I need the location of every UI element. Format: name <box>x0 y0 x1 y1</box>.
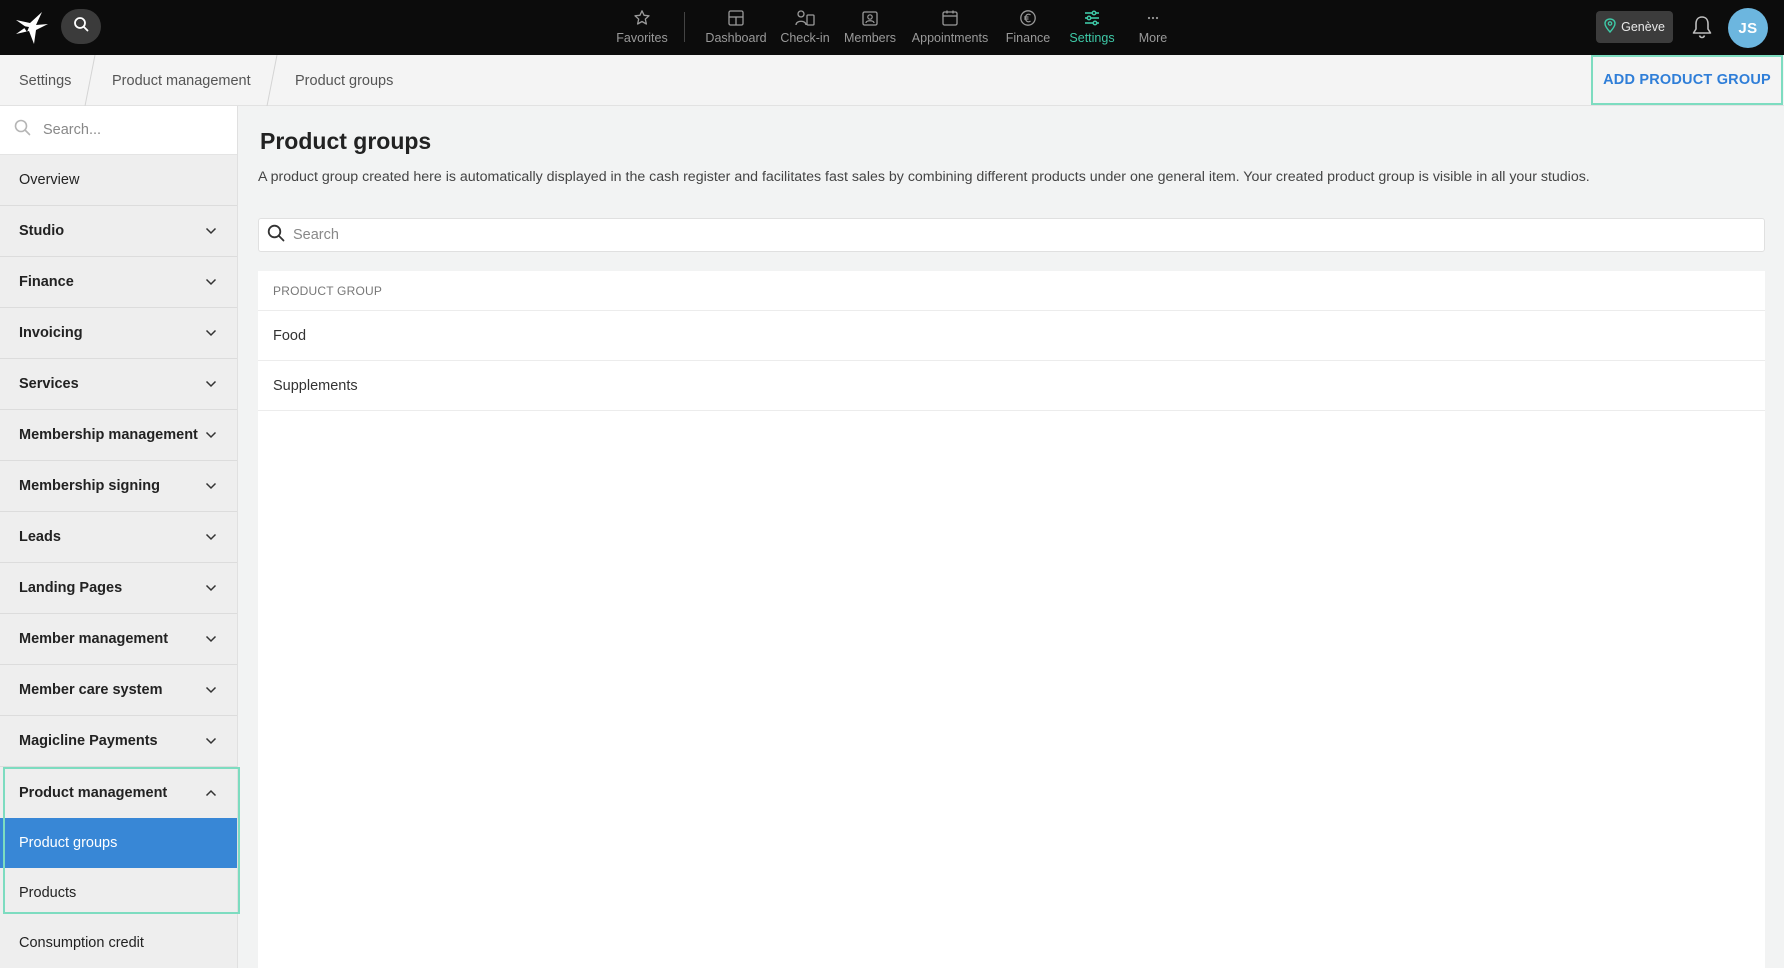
chevron-down-icon <box>205 686 217 694</box>
notifications-bell-icon[interactable] <box>1690 14 1714 40</box>
sidebar-item-member-care-system[interactable]: Member care system <box>0 665 237 716</box>
calendar-icon <box>939 8 961 28</box>
search-input[interactable]: Search <box>293 227 339 243</box>
sidebar-subitem-products[interactable]: Products <box>0 868 237 918</box>
sidebar-item-membership-management[interactable]: Membership management <box>0 410 237 461</box>
breadcrumb-separator <box>266 55 278 106</box>
settings-sidebar: Search... Overview Studio Finance Invoic… <box>0 106 238 968</box>
page-description: A product group created here is automati… <box>258 169 1590 185</box>
nav-finance[interactable]: Finance <box>1003 0 1053 55</box>
sidebar-item-membership-signing[interactable]: Membership signing <box>0 461 237 512</box>
sidebar-item-invoicing[interactable]: Invoicing <box>0 308 237 359</box>
sidebar-item-magicline-payments[interactable]: Magicline Payments <box>0 716 237 767</box>
search-icon <box>73 16 89 37</box>
chevron-down-icon <box>205 533 217 541</box>
add-product-group-button[interactable]: ADD PRODUCT GROUP <box>1591 55 1783 105</box>
table-cell: Supplements <box>273 377 358 394</box>
search-icon <box>14 119 31 141</box>
euro-icon <box>1017 8 1039 28</box>
sidebar-item-product-management[interactable]: Product management <box>0 767 237 818</box>
page-title: Product groups <box>260 128 432 154</box>
sidebar-subitem-product-groups[interactable]: Product groups <box>0 818 237 868</box>
sliders-icon <box>1081 8 1103 28</box>
sidebar-item-leads[interactable]: Leads <box>0 512 237 563</box>
table-row[interactable]: Supplements <box>258 361 1765 411</box>
breadcrumb-product-management[interactable]: Product management <box>112 55 251 106</box>
chevron-down-icon <box>205 584 217 592</box>
user-avatar[interactable]: JS <box>1728 8 1768 48</box>
nav-dashboard[interactable]: Dashboard <box>703 0 769 55</box>
sidebar-item-finance[interactable]: Finance <box>0 257 237 308</box>
chevron-up-icon <box>205 789 217 796</box>
nav-appointments[interactable]: Appointments <box>910 0 990 55</box>
chevron-down-icon <box>205 227 217 235</box>
search-icon <box>267 224 285 247</box>
chevron-down-icon <box>205 380 217 388</box>
location-selector[interactable]: Genève <box>1596 11 1673 43</box>
sidebar-item-overview[interactable]: Overview <box>0 155 237 206</box>
table-header-product-group: PRODUCT GROUP <box>258 271 1765 311</box>
nav-members[interactable]: Members <box>842 0 898 55</box>
nav-divider <box>684 12 685 42</box>
sidebar-item-member-management[interactable]: Member management <box>0 614 237 665</box>
sidebar-item-services[interactable]: Services <box>0 359 237 410</box>
check-in-icon <box>794 8 816 28</box>
breadcrumb: Settings Product management Product grou… <box>0 55 1784 106</box>
chevron-down-icon <box>205 737 217 745</box>
nav-favorites[interactable]: Favorites <box>613 0 671 55</box>
sidebar-item-studio[interactable]: Studio <box>0 206 237 257</box>
nav-more[interactable]: More <box>1133 0 1173 55</box>
top-navigation-bar: Favorites Dashboard Check-in Members App… <box>0 0 1784 55</box>
chevron-down-icon <box>205 329 217 337</box>
chevron-down-icon <box>205 278 217 286</box>
product-group-search[interactable]: Search <box>258 218 1765 252</box>
app-logo-icon[interactable] <box>14 10 50 46</box>
chevron-down-icon <box>205 635 217 643</box>
breadcrumb-separator <box>84 55 96 106</box>
star-icon <box>631 8 653 28</box>
nav-settings[interactable]: Settings <box>1066 0 1118 55</box>
global-search-button[interactable] <box>61 9 101 44</box>
more-icon <box>1142 8 1164 28</box>
sidebar-search-input[interactable]: Search... <box>43 122 101 138</box>
sidebar-item-consumption-credit[interactable]: Consumption credit <box>0 918 237 968</box>
breadcrumb-settings[interactable]: Settings <box>19 55 71 106</box>
location-label: Genève <box>1621 20 1665 34</box>
breadcrumb-product-groups: Product groups <box>295 72 394 89</box>
table-row[interactable]: Food <box>258 311 1765 361</box>
nav-check-in[interactable]: Check-in <box>778 0 832 55</box>
table-cell: Food <box>273 327 307 344</box>
sidebar-item-landing-pages[interactable]: Landing Pages <box>0 563 237 614</box>
product-groups-table: PRODUCT GROUP Food Supplements <box>258 271 1765 968</box>
sidebar-search[interactable]: Search... <box>0 106 237 155</box>
main-content: Product groups A product group created h… <box>238 106 1784 968</box>
members-icon <box>859 8 881 28</box>
chevron-down-icon <box>205 431 217 439</box>
chevron-down-icon <box>205 482 217 490</box>
location-pin-icon <box>1604 18 1616 36</box>
dashboard-icon <box>725 8 747 28</box>
